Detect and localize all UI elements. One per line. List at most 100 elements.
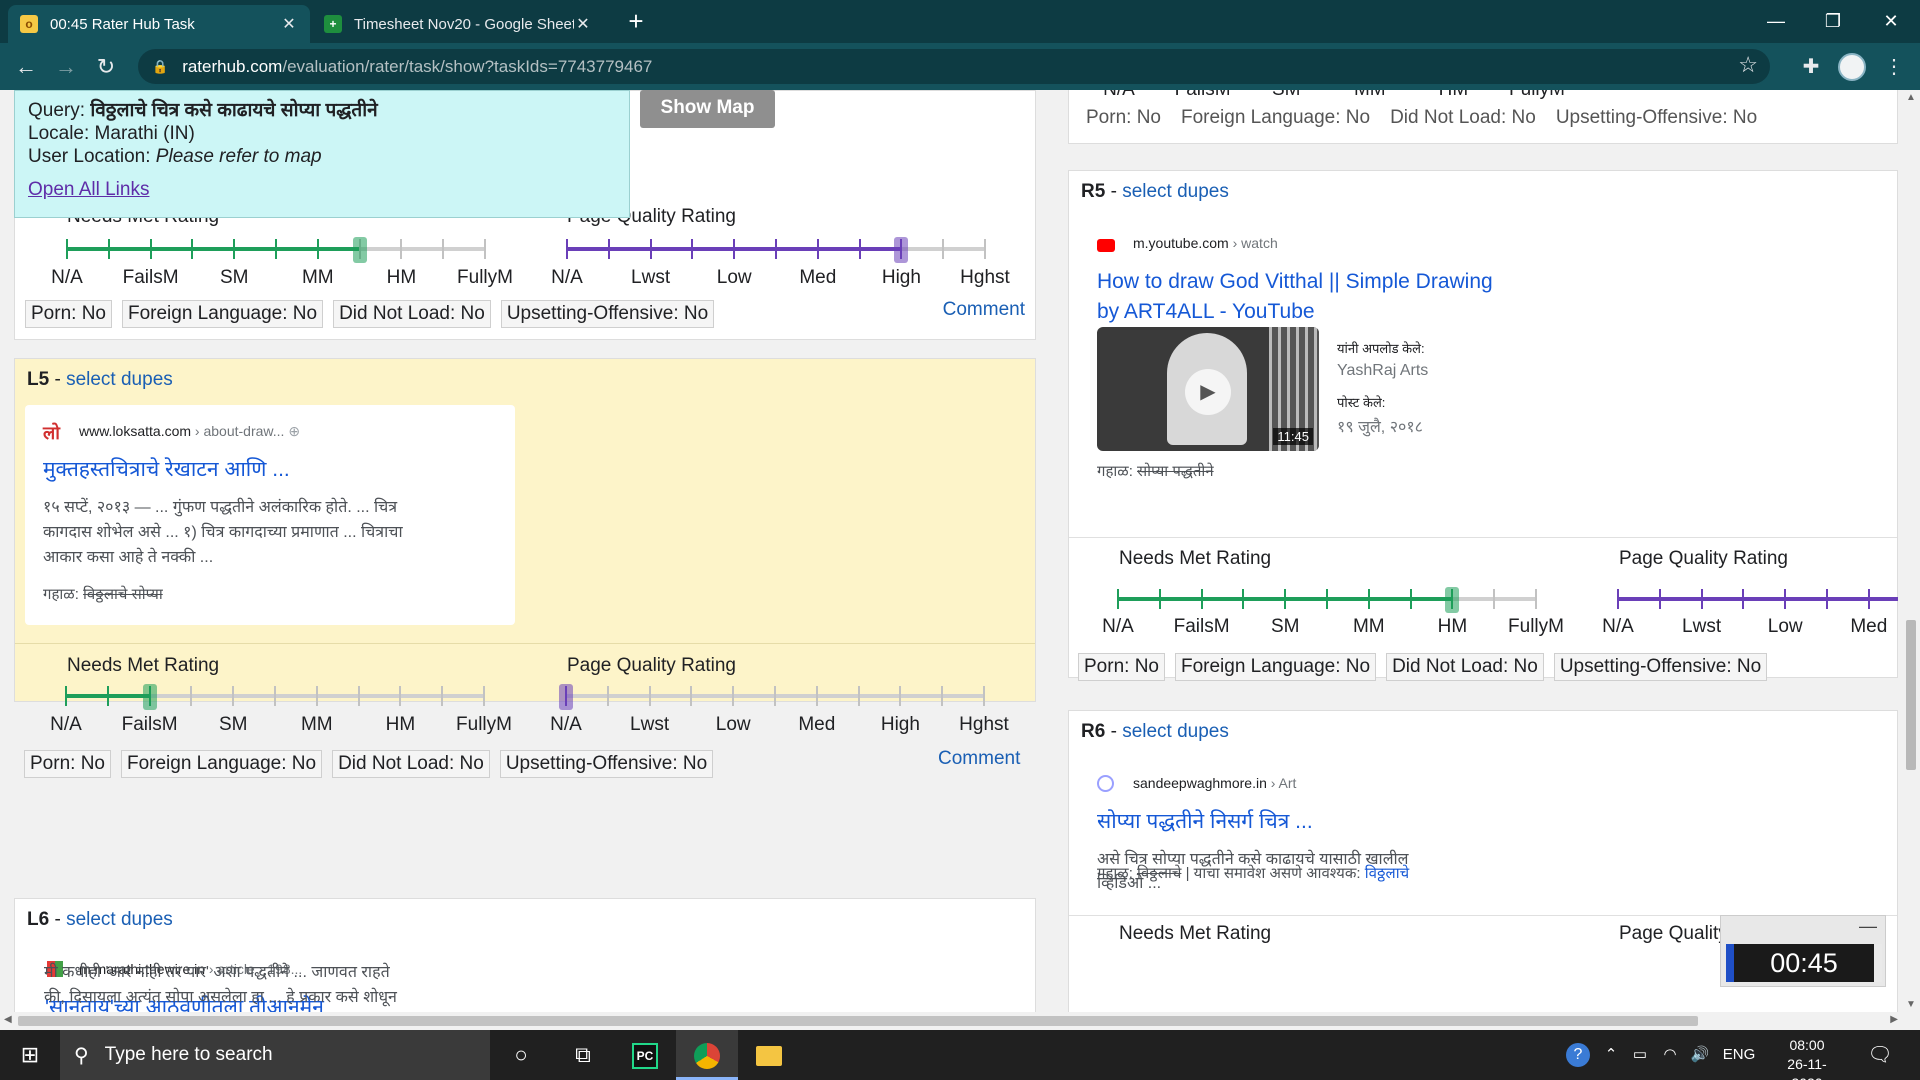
comment-link[interactable]: Comment — [938, 748, 1020, 770]
select-dupes-link[interactable]: select dupes — [1122, 721, 1229, 742]
close-tab-icon[interactable]: ✕ — [280, 14, 298, 34]
system-clock[interactable]: 08:00 26-11-2020 — [1772, 1036, 1842, 1080]
taskbar-search-box[interactable]: ⚲ Type here to search — [60, 1030, 490, 1080]
restore-icon[interactable]: ❐ — [1810, 6, 1856, 36]
scale-label: SM — [1270, 616, 1300, 637]
page-quality-slider[interactable] — [559, 684, 985, 710]
flags-row: Porn: No Foreign Language: No Did Not Lo… — [1078, 653, 1768, 681]
video-thumbnail[interactable]: ▶ 11:45 — [1097, 327, 1319, 451]
slider-handle[interactable] — [559, 684, 573, 710]
uploader-name: YashRaj Arts — [1337, 362, 1429, 379]
cortana-icon[interactable]: ○ — [490, 1030, 552, 1080]
row-id: R5 — [1081, 181, 1106, 202]
did-not-load-flag[interactable]: Did Not Load: No — [332, 750, 490, 778]
slider-tick — [191, 239, 194, 259]
slider-handle[interactable] — [142, 684, 157, 710]
back-arrow-icon[interactable]: ← — [10, 51, 42, 83]
porn-flag[interactable]: Porn: No — [24, 750, 111, 778]
close-tab-icon[interactable]: ✕ — [574, 14, 592, 34]
query-info-box: Query: विठ्ठलाचे चित्र कसे काढायचे सोप्य… — [14, 90, 630, 218]
upsetting-offensive-flag[interactable]: Upsetting-Offensive: No — [500, 300, 715, 328]
chrome-icon[interactable] — [676, 1030, 738, 1080]
missing-value: विठ्ठलाचे सोप्या — [83, 586, 163, 603]
horizontal-scrollbar[interactable]: ◀ ▶ — [0, 1012, 1902, 1030]
show-hidden-icons-icon[interactable]: ⌃ — [1598, 1030, 1624, 1080]
pycharm-icon[interactable]: PC — [614, 1030, 676, 1080]
porn-flag[interactable]: Porn: No — [25, 300, 112, 328]
slider-handle[interactable] — [894, 237, 909, 263]
upsetting-offensive-flag[interactable]: Upsetting-Offensive: No — [499, 750, 714, 778]
wifi-icon[interactable]: ◠ — [1656, 1030, 1684, 1080]
help-icon[interactable]: ? — [1562, 1030, 1594, 1080]
must-include-link[interactable]: विठ्ठलाचे — [1365, 865, 1409, 882]
upsetting-offensive-flag[interactable]: Upsetting-Offensive: No — [1553, 653, 1768, 681]
open-all-links[interactable]: Open All Links — [28, 178, 149, 201]
slider-handle[interactable] — [1445, 587, 1460, 613]
file-explorer-icon[interactable] — [738, 1030, 800, 1080]
extensions-puzzle-icon[interactable]: ✚ — [1795, 51, 1827, 83]
vertical-scrollbar[interactable]: ▲ ▼ — [1902, 90, 1920, 1012]
page-quality-slider[interactable] — [1617, 587, 1898, 611]
task-view-icon[interactable]: ⧉ — [552, 1030, 614, 1080]
language-indicator[interactable]: ENG — [1718, 1030, 1760, 1080]
scroll-up-arrow-icon[interactable]: ▲ — [1906, 92, 1916, 103]
missing-value: विठ्ठलाचे — [1137, 865, 1182, 882]
result-title-link[interactable]: मुक्तहस्तचित्राचे रेखाटन आणि ... — [43, 455, 290, 485]
reload-icon[interactable]: ↻ — [90, 51, 122, 83]
comment-link[interactable]: Comment — [943, 299, 1025, 321]
needs-met-slider[interactable] — [1117, 587, 1537, 613]
page-quality-title: Page Quality Rating — [567, 655, 736, 676]
needs-met-labels-cut: N/A FailsM SM MM HM FullyM — [1103, 90, 1565, 103]
notification-center-icon[interactable]: 🗨 — [1860, 1030, 1900, 1080]
select-dupes-link[interactable]: select dupes — [1122, 181, 1229, 202]
did-not-load-flag[interactable]: Did Not Load: No — [333, 300, 491, 328]
battery-icon[interactable]: ▭ — [1626, 1030, 1654, 1080]
show-map-button[interactable]: Show Map — [640, 90, 775, 128]
scale-label: MM — [1352, 616, 1385, 637]
did-not-load-flag[interactable]: Did Not Load: No — [1386, 653, 1544, 681]
result-breadcrumb: www.loksatta.com › about-draw... ⊕ — [79, 423, 301, 439]
address-bar[interactable]: 🔒 raterhub.com/evaluation/rater/task/sho… — [138, 49, 1770, 84]
slider-tick — [815, 686, 818, 706]
needs-met-slider[interactable] — [65, 684, 485, 710]
foreign-language-flag[interactable]: Foreign Language: No — [121, 300, 324, 328]
result-title-link[interactable]: सोप्या पद्धतीने निसर्ग चित्र ... — [1097, 807, 1313, 837]
minimize-icon[interactable]: — — [1753, 6, 1799, 36]
foreign-language-flag[interactable]: Foreign Language: No — [1174, 653, 1377, 681]
needs-met-title: Needs Met Rating — [67, 655, 220, 676]
result-title-link[interactable]: How to draw God Vitthal || Simple Drawin… — [1097, 267, 1493, 327]
windows-start-icon[interactable]: ⊞ — [0, 1030, 60, 1080]
scroll-left-arrow-icon[interactable]: ◀ — [4, 1014, 12, 1025]
scale-label: FullyM — [457, 267, 513, 288]
scroll-right-arrow-icon[interactable]: ▶ — [1890, 1014, 1898, 1025]
needs-met-slider[interactable] — [66, 237, 486, 263]
minimize-timer-icon[interactable]: — — [1859, 916, 1877, 937]
foreign-language-flag[interactable]: Foreign Language: No — [120, 750, 323, 778]
scrollbar-thumb[interactable] — [18, 1016, 1698, 1026]
scale-label: N/A — [1103, 90, 1135, 101]
tab-timesheet[interactable]: + Timesheet Nov20 - Google Sheets ✕ — [312, 5, 604, 43]
kebab-menu-icon[interactable]: ⋮ — [1878, 51, 1910, 83]
slider-tick — [775, 239, 777, 259]
tab-rater-hub[interactable]: o 00:45 Rater Hub Task ✕ — [8, 5, 310, 43]
page-quality-slider[interactable] — [566, 237, 986, 263]
select-dupes-link[interactable]: select dupes — [66, 909, 173, 930]
slider-handle[interactable] — [352, 237, 367, 263]
result-site: sandeepwaghmore.in — [1133, 775, 1267, 791]
porn-flag[interactable]: Porn: No — [1078, 653, 1165, 681]
url-path: /evaluation/rater/task/show?taskIds=7743… — [282, 56, 653, 76]
slider-tick — [442, 239, 445, 259]
slider-tick — [232, 686, 235, 706]
scale-label: Low — [1767, 616, 1803, 637]
close-window-icon[interactable]: ✕ — [1868, 6, 1914, 36]
new-tab-button[interactable]: + — [620, 8, 652, 36]
select-dupes-link[interactable]: select dupes — [66, 369, 173, 390]
scrollbar-thumb[interactable] — [1906, 620, 1916, 770]
forward-arrow-icon[interactable]: → — [50, 51, 82, 83]
volume-icon[interactable]: 🔊 — [1686, 1030, 1714, 1080]
result-snippet-line: की, दिसायला अत्यंत सोपा असलेला हा ... हे… — [44, 989, 397, 1006]
profile-avatar[interactable] — [1838, 53, 1866, 81]
tab-title: 00:45 Rater Hub Task — [50, 15, 195, 33]
bookmark-star-icon[interactable]: ☆ — [1738, 52, 1758, 78]
scroll-down-arrow-icon[interactable]: ▼ — [1906, 999, 1916, 1010]
